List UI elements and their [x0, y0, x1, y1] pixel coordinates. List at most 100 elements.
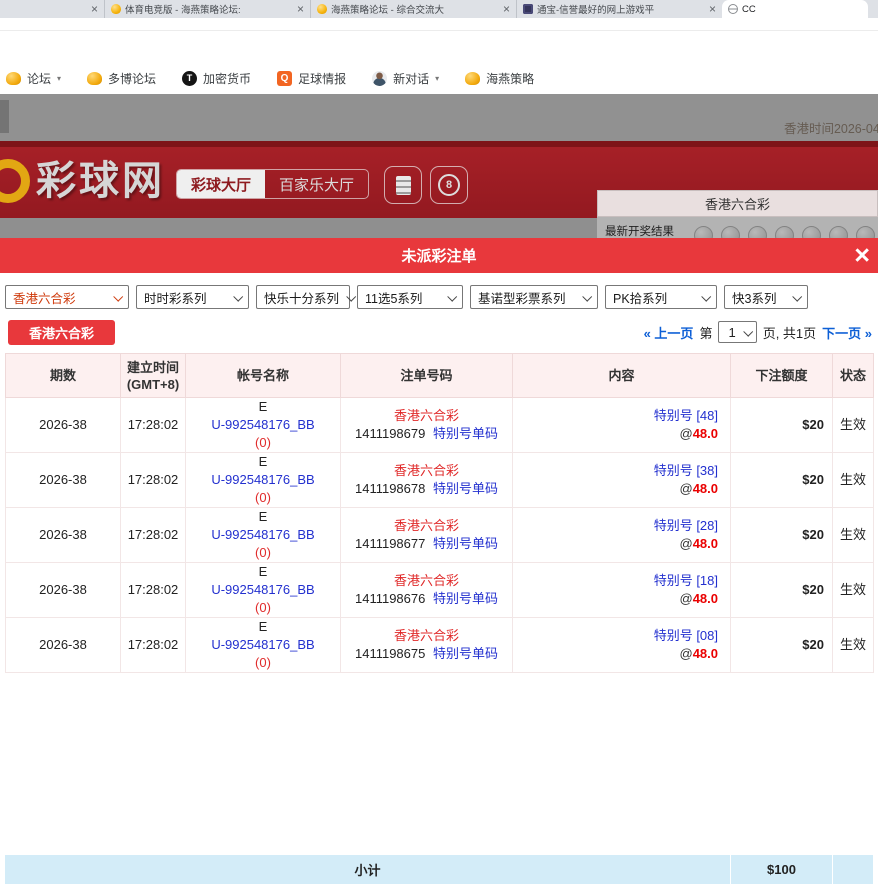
bet-type-link[interactable]: 特别号单码	[433, 591, 498, 606]
col-account: 帐号名称	[186, 354, 341, 398]
bookmark-haiyan[interactable]: 海燕策略	[465, 70, 534, 87]
bet-type-link[interactable]: 特别号单码	[433, 426, 498, 441]
odds-value: 48.0	[693, 536, 718, 551]
content-pick-link[interactable]: 特别号 [18]	[654, 573, 718, 588]
eight-ball-button[interactable]: 8	[430, 166, 468, 204]
account-link[interactable]: U-992548176_BB	[211, 417, 314, 432]
tab-close-icon[interactable]: ×	[91, 4, 98, 14]
table-row: 2026-38 17:28:02 E U-992548176_BB (0) 香港…	[6, 618, 874, 673]
select-keno-series[interactable]: 基诺型彩票系列	[470, 285, 598, 309]
content-pick-link[interactable]: 特别号 [28]	[654, 518, 718, 533]
bet-type-link[interactable]: 特别号单码	[433, 536, 498, 551]
select-value: 时时彩系列	[144, 288, 207, 307]
tab-tongbao[interactable]: 通宝-信誉最好的网上游戏平 ×	[516, 0, 722, 18]
lottery-name: 香港六合彩	[341, 627, 512, 645]
page-label-before: 第	[699, 323, 712, 342]
bet-type-link[interactable]: 特别号单码	[433, 481, 498, 496]
cell-time: 17:28:02	[121, 563, 186, 618]
lottery-ball-icon	[829, 226, 848, 238]
hall-tabs: 彩球大厅 百家乐大厅	[176, 169, 369, 199]
cell-time: 17:28:02	[121, 508, 186, 563]
bookmark-football-info[interactable]: Q 足球情报	[277, 70, 346, 87]
content-pick-link[interactable]: 特别号 [48]	[654, 408, 718, 423]
content-pick-link[interactable]: 特别号 [38]	[654, 463, 718, 478]
table-row: 2026-38 17:28:02 E U-992548176_BB (0) 香港…	[6, 563, 874, 618]
tab-sports-forum[interactable]: 体育电竞版 - 海燕策略论坛: ×	[104, 0, 310, 18]
bookmark-duobo-forum[interactable]: 多博论坛	[87, 70, 156, 87]
cell-time: 17:28:02	[121, 618, 186, 673]
next-page-link[interactable]: 下一页 »	[822, 323, 872, 342]
prev-page-link[interactable]: « 上一页	[644, 323, 694, 342]
account-note: (0)	[186, 434, 340, 452]
select-pk10-series[interactable]: PK拾系列	[605, 285, 717, 309]
select-ssc-series[interactable]: 时时彩系列	[136, 285, 249, 309]
bookmark-new-chat[interactable]: 新对话 ▾	[372, 70, 439, 87]
tab-title: 通宝-信誉最好的网上游戏平	[537, 2, 705, 16]
account-link[interactable]: U-992548176_BB	[211, 582, 314, 597]
tab-lottery-hall[interactable]: 彩球大厅	[177, 170, 265, 198]
account-prefix: E	[186, 618, 340, 636]
table-header-row: 期数 建立时间 (GMT+8) 帐号名称 注单号码 内容 下注额度 状态	[6, 354, 874, 398]
cell-period: 2026-38	[6, 508, 121, 563]
cell-period: 2026-38	[6, 398, 121, 453]
account-prefix: E	[186, 398, 340, 416]
page-select[interactable]: 1	[718, 321, 756, 343]
modal-body: 香港六合彩 时时彩系列 快乐十分系列 11选5系列 基诺型彩票系列 PK拾系列	[0, 273, 878, 885]
lottery-ball-icon	[775, 226, 794, 238]
bet-number: 1411198676	[355, 591, 425, 606]
tab-title: 海燕策略论坛 - 综合交流大	[331, 2, 499, 16]
bookmarks-bar: 论坛 ▾ 多博论坛 T 加密货币 Q 足球情报 新对话 ▾ 海燕策略	[0, 62, 878, 94]
latest-result-label: 最新开奖结果	[605, 223, 674, 238]
tab-close-icon[interactable]: ×	[503, 4, 510, 14]
select-k3-series[interactable]: 快3系列	[724, 285, 808, 309]
cell-amount: $20	[731, 508, 833, 563]
left-dark-block	[0, 100, 9, 133]
col-status: 状态	[833, 354, 874, 398]
trophy-icon	[465, 72, 480, 85]
close-icon[interactable]: ×	[854, 239, 870, 271]
cell-content: 特别号 [08] @48.0	[513, 618, 731, 673]
chevron-down-icon	[582, 291, 592, 301]
cell-bet-number: 香港六合彩 1411198679 特别号单码	[341, 398, 513, 453]
account-link[interactable]: U-992548176_BB	[211, 637, 314, 652]
tab-close-icon[interactable]: ×	[297, 4, 304, 14]
screen: × 体育电竞版 - 海燕策略论坛: × 海燕策略论坛 - 综合交流大 × 通宝-…	[0, 0, 878, 885]
cell-content: 特别号 [18] @48.0	[513, 563, 731, 618]
tab-partial[interactable]: ×	[0, 0, 104, 18]
cell-content: 特别号 [48] @48.0	[513, 398, 731, 453]
cell-amount: $20	[731, 618, 833, 673]
select-11x5-series[interactable]: 11选5系列	[357, 285, 463, 309]
avatar-icon	[372, 71, 387, 86]
col-content: 内容	[513, 354, 731, 398]
chevron-down-icon	[792, 291, 802, 301]
bookmark-label: 足球情报	[298, 70, 346, 87]
hk-mark-six-button[interactable]: 香港六合彩	[8, 320, 115, 345]
select-hk-mark-six[interactable]: 香港六合彩	[5, 285, 129, 309]
account-note: (0)	[186, 544, 340, 562]
content-pick-link[interactable]: 特别号 [08]	[654, 628, 718, 643]
bookmark-crypto[interactable]: T 加密货币	[182, 70, 251, 87]
select-klsf-series[interactable]: 快乐十分系列	[256, 285, 350, 309]
browser-tab-bar: × 体育电竞版 - 海燕策略论坛: × 海燕策略论坛 - 综合交流大 × 通宝-…	[0, 0, 878, 18]
odds-value: 48.0	[693, 481, 718, 496]
page-label-after: 页, 共1页	[763, 323, 816, 342]
tab-strategy-forum[interactable]: 海燕策略论坛 - 综合交流大 ×	[310, 0, 516, 18]
football-info-icon: Q	[277, 71, 292, 86]
tab-cc-active[interactable]: CC	[722, 0, 868, 18]
account-link[interactable]: U-992548176_BB	[211, 527, 314, 542]
subtotal-label: 小计	[5, 855, 730, 884]
lottery-ball-icon	[856, 226, 875, 238]
report-button[interactable]	[384, 166, 422, 204]
cell-account: E U-992548176_BB (0)	[186, 618, 341, 673]
col-period: 期数	[6, 354, 121, 398]
tab-baccarat-hall[interactable]: 百家乐大厅	[265, 170, 368, 198]
cell-bet-number: 香港六合彩 1411198676 特别号单码	[341, 563, 513, 618]
account-link[interactable]: U-992548176_BB	[211, 472, 314, 487]
odds-value: 48.0	[693, 426, 718, 441]
action-row: 香港六合彩 « 上一页 第 1 页, 共1页 下一页 »	[8, 319, 872, 345]
odds-value: 48.0	[693, 646, 718, 661]
bets-table: 期数 建立时间 (GMT+8) 帐号名称 注单号码 内容 下注额度 状态 202…	[5, 353, 874, 673]
tab-close-icon[interactable]: ×	[709, 4, 716, 14]
bookmark-forum[interactable]: 论坛 ▾	[6, 70, 61, 87]
bet-type-link[interactable]: 特别号单码	[433, 646, 498, 661]
